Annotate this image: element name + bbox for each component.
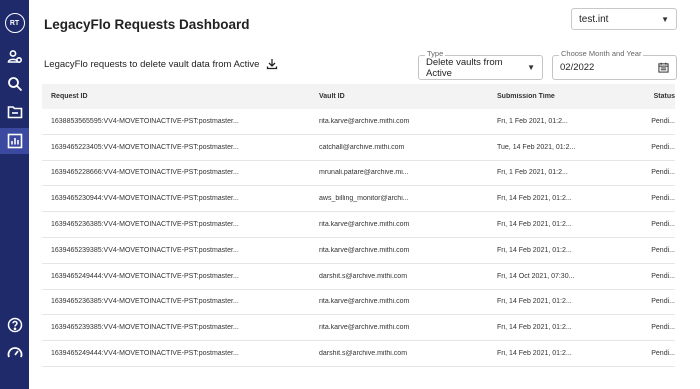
cell-submission-time: Fri, 1 Feb 2021, 01:2... [497, 169, 568, 177]
section-subtitle: LegacyFlo requests to delete vault data … [44, 58, 260, 70]
sidebar-item-search[interactable] [0, 71, 29, 97]
cell-status: Pendi... [651, 324, 675, 332]
cell-vault-id: rita.karve@archive.mithi.com [319, 246, 410, 254]
cell-status: Pendi... [651, 298, 675, 306]
search-icon [7, 77, 22, 92]
column-header-request-id[interactable]: Request ID [42, 93, 310, 100]
column-header-vault-id[interactable]: Vault ID [310, 93, 488, 100]
type-select[interactable]: Type Delete vaults from Active ▼ [418, 49, 543, 80]
cell-submission-time: Tue, 14 Feb 2021, 01:2... [497, 143, 576, 151]
cell-submission-time: Fri, 14 Feb 2021, 01:2... [497, 298, 572, 306]
cell-request-id: 1639465236385:VV4-MOVETOINACTIVE-PST:pos… [51, 298, 239, 306]
cell-submission-time: Fri, 14 Feb 2021, 01:2... [497, 324, 572, 332]
section-header: LegacyFlo requests to delete vault data … [44, 58, 278, 70]
cell-vault-id: mrunali.patare@archive.mi... [319, 169, 409, 177]
sidebar: RT [0, 0, 29, 389]
sidebar-item-help[interactable] [0, 312, 29, 338]
help-icon [7, 317, 22, 333]
table-row[interactable]: 1639465239385:VV4-MOVETOINACTIVE-PST:pos… [42, 315, 675, 342]
month-year-picker[interactable]: Choose Month and Year 02/2022 [552, 49, 677, 80]
cell-submission-time: Fri, 14 Feb 2021, 01:2... [497, 221, 572, 229]
requests-table: Request ID Vault ID Submission Time Stat… [42, 84, 675, 367]
speedometer-icon [7, 347, 22, 358]
sidebar-item-folder[interactable] [0, 99, 29, 125]
cell-request-id: 1639465239385:VV4-MOVETOINACTIVE-PST:pos… [51, 246, 239, 254]
cell-status: Pendi... [651, 221, 675, 229]
users-settings-icon [7, 50, 22, 64]
month-year-label: Choose Month and Year [559, 49, 644, 58]
caret-down-icon: ▼ [661, 14, 669, 24]
cell-status: Pendi... [651, 272, 675, 280]
table-row[interactable]: 1639465228666:VV4-MOVETOINACTIVE-PST:pos… [42, 161, 675, 187]
cell-request-id: 1639465236385:VV4-MOVETOINACTIVE-PST:pos… [51, 221, 239, 229]
table-row[interactable]: 1639465223405:VV4-MOVETOINACTIVE-PST:pos… [42, 135, 675, 161]
cell-status: Pendi... [651, 117, 675, 125]
table-header: Request ID Vault ID Submission Time Stat… [42, 84, 675, 109]
table-row[interactable]: 1639465236385:VV4-MOVETOINACTIVE-PST:pos… [42, 212, 675, 238]
cell-vault-id: darshit.s@archive.mithi.com [319, 350, 408, 358]
cell-status: Pendi... [651, 246, 675, 254]
cell-request-id: 1639465249444:VV4-MOVETOINACTIVE-PST:pos… [51, 272, 239, 280]
cell-status: Pendi... [651, 350, 675, 358]
table-row[interactable]: 1639465249444:VV4-MOVETOINACTIVE-PST:pos… [42, 341, 675, 367]
caret-down-icon: ▼ [527, 63, 535, 72]
cell-submission-time: Fri, 14 Feb 2021, 01:2... [497, 195, 572, 203]
cell-submission-time: Fri, 14 Feb 2021, 01:2... [497, 350, 572, 358]
table-row[interactable]: 1639465230944:VV4-MOVETOINACTIVE-PST:pos… [42, 186, 675, 213]
cell-request-id: 1639465239385:VV4-MOVETOINACTIVE-PST:pos… [51, 324, 239, 332]
cell-submission-time: Fri, 14 Feb 2021, 01:2... [497, 246, 572, 254]
cell-submission-time: Fri, 1 Feb 2021, 01:2... [497, 117, 568, 125]
cell-status: Pendi... [651, 169, 675, 177]
sidebar-item-users-settings[interactable] [0, 44, 29, 70]
table-row[interactable]: 1639465249444:VV4-MOVETOINACTIVE-PST:pos… [42, 264, 675, 290]
cell-vault-id: rita.karve@archive.mithi.com [319, 324, 410, 332]
cell-request-id: 1639465228666:VV4-MOVETOINACTIVE-PST:pos… [51, 169, 239, 177]
table-row[interactable]: 1638853565595:VV4-MOVETOINACTIVE-PST:pos… [42, 109, 675, 135]
table-body: 1638853565595:VV4-MOVETOINACTIVE-PST:pos… [42, 109, 675, 367]
folder-icon [7, 106, 22, 119]
table-row[interactable]: 1639465239385:VV4-MOVETOINACTIVE-PST:pos… [42, 238, 675, 264]
cell-vault-id: rita.karve@archive.mithi.com [319, 221, 410, 229]
cell-request-id: 1639465223405:VV4-MOVETOINACTIVE-PST:pos… [51, 143, 239, 151]
tenant-select[interactable]: test.int ▼ [571, 8, 677, 30]
type-select-value: Delete vaults from Active [426, 56, 503, 79]
column-header-status[interactable]: Status [633, 93, 675, 100]
cell-submission-time: Fri, 14 Oct 2021, 07:30... [497, 272, 575, 280]
cell-request-id: 1639465230944:VV4-MOVETOINACTIVE-PST:pos… [51, 195, 239, 203]
month-year-value: 02/2022 [560, 62, 595, 73]
user-avatar-button[interactable]: RT [0, 10, 29, 36]
page-title: LegacyFlo Requests Dashboard [44, 17, 250, 32]
column-header-submission-time[interactable]: Submission Time [488, 93, 633, 100]
avatar: RT [4, 13, 25, 33]
cell-vault-id: rita.karve@archive.mithi.com [319, 298, 410, 306]
tenant-select-value: test.int [579, 13, 609, 25]
cell-vault-id: aws_billing_monitor@archi... [319, 195, 409, 203]
sidebar-item-dashboard[interactable] [0, 128, 29, 154]
cell-request-id: 1638853565595:VV4-MOVETOINACTIVE-PST:pos… [51, 117, 239, 125]
table-row[interactable]: 1639465236385:VV4-MOVETOINACTIVE-PST:pos… [42, 290, 675, 316]
cell-status: Pendi... [651, 143, 675, 151]
cell-vault-id: catchall@archive.mithi.com [319, 143, 405, 151]
cell-request-id: 1639465249444:VV4-MOVETOINACTIVE-PST:pos… [51, 350, 239, 358]
sidebar-item-speedometer[interactable] [0, 340, 29, 366]
type-label: Type [425, 49, 446, 58]
cell-status: Pendi... [651, 195, 675, 203]
cell-vault-id: darshit.s@archive.mithi.com [319, 272, 408, 280]
calendar-icon[interactable] [658, 62, 669, 73]
download-icon[interactable] [266, 58, 278, 70]
chart-icon [7, 133, 22, 149]
cell-vault-id: rita.karve@archive.mithi.com [319, 117, 410, 125]
